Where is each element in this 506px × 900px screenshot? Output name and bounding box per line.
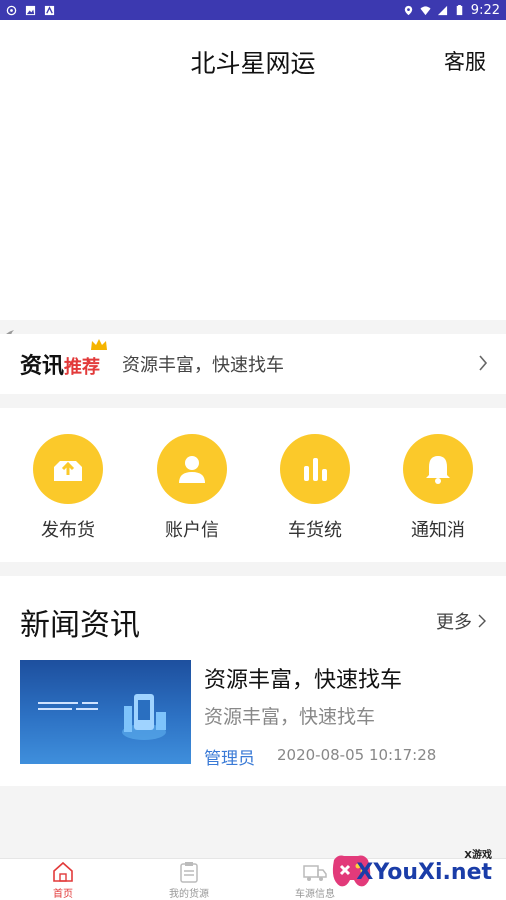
app-icon (44, 5, 55, 15)
quick-menu: 发布货 账户信 车货统 通知消 (0, 408, 506, 562)
info-logo-main: 资讯 (20, 354, 65, 379)
menu-label: 车货统 (288, 520, 342, 540)
tab-my-goods[interactable]: 我的货源 (144, 861, 234, 900)
menu-label: 账户信 (165, 520, 219, 540)
chevron-right-icon[interactable] (478, 354, 488, 372)
person-icon (157, 434, 227, 504)
logistics-illustration (38, 694, 166, 740)
menu-label: 通知消 (411, 520, 465, 540)
menu-item-account-info[interactable]: 账户信 (152, 434, 232, 540)
bar-chart-icon (280, 434, 350, 504)
menu-label: 发布货 (41, 520, 95, 540)
tab-label: 首页 (53, 889, 73, 900)
app-header: 北斗星网运 客服 (0, 20, 506, 100)
info-logo-tag: 推荐 (64, 357, 101, 378)
wifi-icon (420, 5, 431, 15)
battery-icon (456, 4, 463, 15)
clipboard-icon (180, 862, 198, 883)
tab-label: 我的货源 (169, 889, 209, 900)
home-icon (53, 861, 73, 882)
watermark-logo: X游戏 XYouXi.net (328, 842, 498, 894)
menu-item-cargo-stats[interactable]: 车货统 (275, 434, 355, 540)
news-article-title[interactable]: 资源丰富，快速找车 (204, 662, 402, 694)
news-thumbnail[interactable] (20, 660, 191, 764)
news-article-date: 2020-08-05 10:17:28 (277, 746, 437, 764)
news-article-author: 管理员 (204, 749, 255, 769)
location-icon (404, 5, 412, 15)
news-article-subtitle: 资源丰富，快速找车 (204, 706, 376, 728)
menu-item-publish-goods[interactable]: 发布货 (28, 434, 108, 540)
watermark-small-text: X游戏 (464, 850, 492, 861)
news-section: 新闻资讯 更多 资源丰富，快速找车 资源丰富，快速找车 管理员 2020-08-… (0, 576, 506, 786)
image-icon (25, 5, 36, 15)
bell-icon (403, 434, 473, 504)
clock: 9:22 (470, 2, 500, 18)
upload-box-icon (33, 434, 103, 504)
notification-icon (6, 5, 17, 15)
banner-area[interactable] (0, 100, 506, 320)
chevron-right-icon (478, 614, 486, 628)
info-strip-text: 资源丰富，快速找车 (122, 355, 285, 376)
info-recommend-strip[interactable]: 资讯推荐 资源丰富，快速找车 (0, 334, 506, 394)
watermark-big-text: XYouXi.net (356, 860, 492, 885)
crown-icon (91, 339, 108, 350)
tab-home[interactable]: 首页 (18, 861, 108, 900)
info-recommend-logo: 资讯推荐 (20, 339, 108, 380)
news-more-label: 更多 (436, 612, 472, 633)
status-bar: 9:22 (0, 0, 506, 20)
menu-item-notifications[interactable]: 通知消 (398, 434, 478, 540)
truck-icon (303, 865, 327, 881)
news-section-title: 新闻资讯 (20, 608, 140, 643)
signal-icon (437, 5, 447, 15)
news-more-link[interactable]: 更多 (436, 608, 486, 634)
customer-service-button[interactable]: 客服 (444, 46, 486, 76)
page-title: 北斗星网运 (190, 49, 316, 78)
